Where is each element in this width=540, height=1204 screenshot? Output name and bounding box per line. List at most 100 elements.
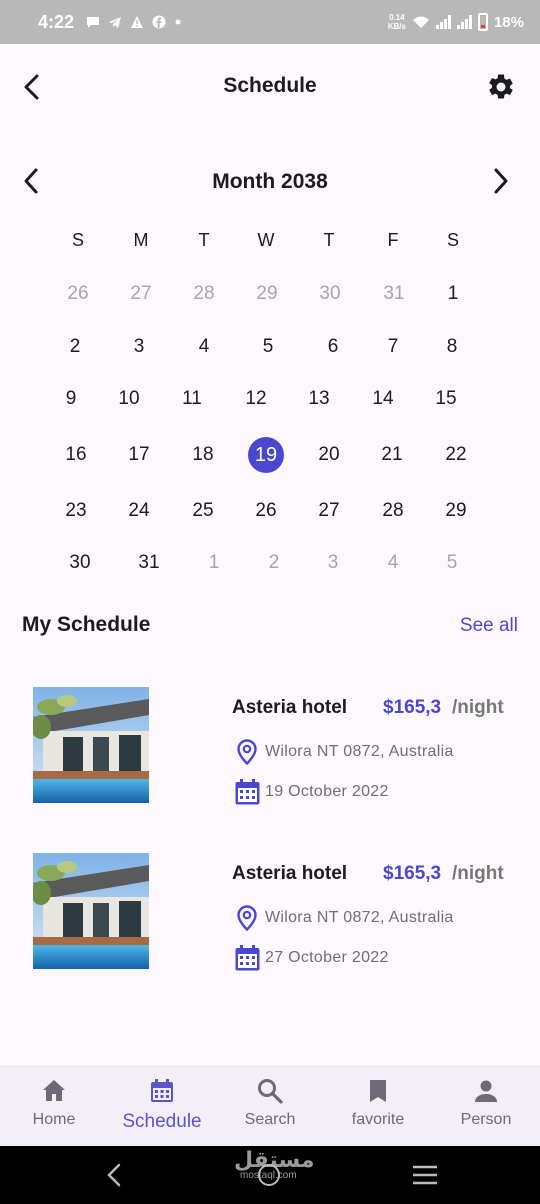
- next-month-icon[interactable]: [486, 166, 514, 196]
- booking-date: 19 October 2022: [265, 783, 389, 800]
- telegram-icon: [109, 17, 122, 28]
- nav-item-person[interactable]: Person: [432, 1077, 540, 1129]
- calendar-day[interactable]: 1: [433, 276, 473, 312]
- outside-month-day[interactable]: 29: [247, 276, 287, 312]
- calendar-day[interactable]: 16: [56, 437, 96, 473]
- notification-icons: [86, 15, 182, 29]
- calendar-day[interactable]: 7: [373, 329, 413, 365]
- calendar-day[interactable]: 14: [363, 381, 403, 417]
- calendar-day[interactable]: 9: [51, 381, 91, 417]
- status-bar: 4:22 0.14 KB/s 18%: [0, 0, 540, 44]
- nav-item-schedule[interactable]: Schedule: [108, 1077, 216, 1133]
- hotel-photo: [33, 853, 149, 969]
- weekday-header: SMTWTFS: [0, 230, 540, 256]
- home-icon: [43, 1080, 65, 1101]
- nav-item-home[interactable]: Home: [0, 1077, 108, 1129]
- outside-month-day[interactable]: 31: [374, 276, 414, 312]
- nav-item-favorite[interactable]: favorite: [324, 1077, 432, 1129]
- hotel-location: Wilora NT 0872, Australia: [265, 743, 454, 760]
- weekday-label: T: [198, 230, 210, 250]
- schedule-card[interactable]: Asteria hotel $165,3 /night Wilora NT 08…: [0, 687, 540, 807]
- nav-item-search[interactable]: Search: [216, 1077, 324, 1129]
- weekday-label: S: [446, 230, 459, 250]
- outside-month-day[interactable]: 4: [373, 545, 413, 581]
- weekday-label: W: [257, 230, 275, 250]
- calendar-day[interactable]: 6: [313, 329, 353, 365]
- calendar-day[interactable]: 4: [184, 329, 224, 365]
- battery-icon: [477, 13, 488, 31]
- dot-icon: [175, 19, 181, 25]
- calendar-day[interactable]: 24: [119, 493, 159, 529]
- battery-level: 18%: [493, 13, 524, 31]
- nav-label: Schedule: [122, 1111, 202, 1132]
- calendar-day[interactable]: 10: [109, 381, 149, 417]
- search-icon: [258, 1079, 283, 1104]
- calendar-day[interactable]: 17: [119, 437, 159, 473]
- location-pin-icon: [237, 739, 257, 765]
- outside-month-day[interactable]: 1: [194, 545, 234, 581]
- outside-month-day[interactable]: 27: [121, 276, 161, 312]
- bookmark-icon: [370, 1080, 386, 1102]
- calendar-day[interactable]: 21: [372, 437, 412, 473]
- outside-month-day[interactable]: 26: [58, 276, 98, 312]
- calendar-day[interactable]: 31: [129, 545, 169, 581]
- outside-month-day[interactable]: 2: [254, 545, 294, 581]
- calendar-day[interactable]: 15: [426, 381, 466, 417]
- schedule-card[interactable]: Asteria hotel $165,3 /night Wilora NT 08…: [0, 853, 540, 973]
- calendar-day[interactable]: 30: [60, 545, 100, 581]
- gear-icon[interactable]: [486, 72, 516, 102]
- section-title: My Schedule: [22, 613, 151, 636]
- calendar-day[interactable]: 8: [432, 329, 472, 365]
- bottom-navigation: Home Schedule Search favorite Person: [0, 1066, 540, 1146]
- hotel-photo: [33, 687, 149, 803]
- outside-month-day[interactable]: 30: [310, 276, 350, 312]
- calendar-day[interactable]: 3: [119, 329, 159, 365]
- warning-icon: [131, 16, 144, 28]
- see-all-link[interactable]: See all: [460, 615, 518, 637]
- hotel-name: Asteria hotel: [232, 697, 348, 718]
- calendar-day[interactable]: 22: [436, 437, 476, 473]
- calendar-day[interactable]: 20: [309, 437, 349, 473]
- calendar-icon: [151, 1079, 173, 1102]
- nav-label: Person: [460, 1111, 512, 1128]
- message-icon: [87, 17, 100, 28]
- calendar-day[interactable]: 23: [56, 493, 96, 529]
- calendar-day[interactable]: 12: [236, 381, 276, 417]
- status-time: 4:22: [38, 11, 75, 32]
- calendar-day[interactable]: 27: [309, 493, 349, 529]
- calendar-icon: [235, 945, 260, 971]
- selected-day[interactable]: 19: [248, 437, 284, 473]
- calendar-day[interactable]: 28: [373, 493, 413, 529]
- outside-month-day[interactable]: 3: [313, 545, 353, 581]
- calendar-day[interactable]: 26: [246, 493, 286, 529]
- month-navigation: Month 2038: [0, 160, 540, 204]
- calendar-day[interactable]: 29: [436, 493, 476, 529]
- booking-date: 27 October 2022: [265, 949, 389, 966]
- net-speed-unit: KB/s: [387, 22, 406, 31]
- calendar-day[interactable]: 5: [248, 329, 288, 365]
- nav-label: Search: [244, 1111, 296, 1128]
- hotel-price: $165,3: [383, 697, 442, 718]
- nav-label: favorite: [351, 1111, 405, 1128]
- status-right: 0.14 KB/s 18%: [388, 13, 524, 31]
- weekday-label: M: [133, 230, 149, 250]
- calendar-day[interactable]: 18: [183, 437, 223, 473]
- outside-month-day[interactable]: 5: [432, 545, 472, 581]
- calendar-day[interactable]: 11: [172, 381, 212, 417]
- calendar-day[interactable]: 25: [183, 493, 223, 529]
- system-home-icon[interactable]: [258, 1164, 280, 1186]
- calendar-icon: [235, 779, 260, 805]
- calendar-day[interactable]: 13: [299, 381, 339, 417]
- nav-label: Home: [32, 1111, 76, 1128]
- calendar-day[interactable]: 2: [55, 329, 95, 365]
- system-back-icon[interactable]: [104, 1162, 124, 1188]
- location-pin-icon: [237, 905, 257, 931]
- system-navigation: مستقل mostaql.com: [0, 1146, 540, 1204]
- weekday-label: S: [71, 230, 84, 250]
- hotel-name: Asteria hotel: [232, 863, 348, 884]
- hotel-thumbnail[interactable]: [33, 853, 149, 969]
- system-menu-icon[interactable]: [412, 1165, 438, 1185]
- weekday-label: T: [323, 230, 335, 250]
- hotel-thumbnail[interactable]: [33, 687, 149, 803]
- outside-month-day[interactable]: 28: [184, 276, 224, 312]
